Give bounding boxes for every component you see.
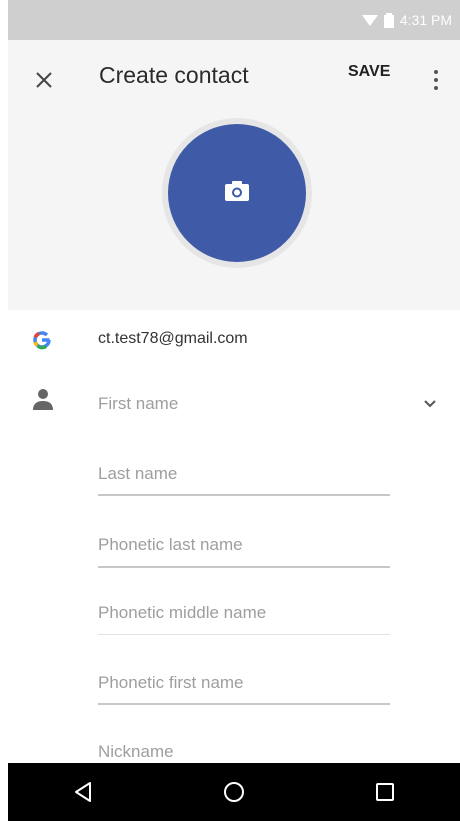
wifi-icon [361, 13, 378, 27]
photo-ring [162, 118, 312, 268]
navigation-bar [8, 763, 460, 821]
camera-icon [224, 180, 250, 207]
back-icon[interactable] [53, 772, 113, 812]
google-icon [32, 330, 52, 356]
phonetic-last-name-field[interactable] [98, 525, 390, 565]
home-icon[interactable] [204, 772, 264, 812]
account-row[interactable]: ct.test78@gmail.com [8, 310, 460, 372]
save-button[interactable]: SAVE [348, 63, 390, 81]
chevron-down-icon[interactable] [416, 392, 444, 416]
add-photo-button[interactable] [168, 124, 306, 262]
phonetic-last-name-underline [98, 566, 390, 568]
battery-icon [383, 12, 394, 28]
more-vert-icon[interactable] [424, 60, 448, 100]
phonetic-first-name-field[interactable] [98, 663, 390, 703]
last-name-underline [98, 494, 390, 496]
status-bar: 4:31 PM [8, 0, 460, 40]
account-email: ct.test78@gmail.com [98, 330, 248, 347]
recents-icon[interactable] [355, 772, 415, 812]
last-name-field[interactable] [98, 454, 390, 494]
header: Create contact SAVE [8, 40, 460, 310]
first-name-field[interactable] [98, 384, 390, 424]
close-icon[interactable] [24, 60, 64, 100]
page-title: Create contact [99, 62, 249, 88]
person-icon [30, 386, 56, 412]
phonetic-middle-name-field[interactable] [98, 593, 390, 633]
phonetic-middle-name-underline [98, 634, 390, 635]
phonetic-first-name-underline [98, 703, 390, 705]
status-time: 4:31 PM [399, 12, 452, 28]
